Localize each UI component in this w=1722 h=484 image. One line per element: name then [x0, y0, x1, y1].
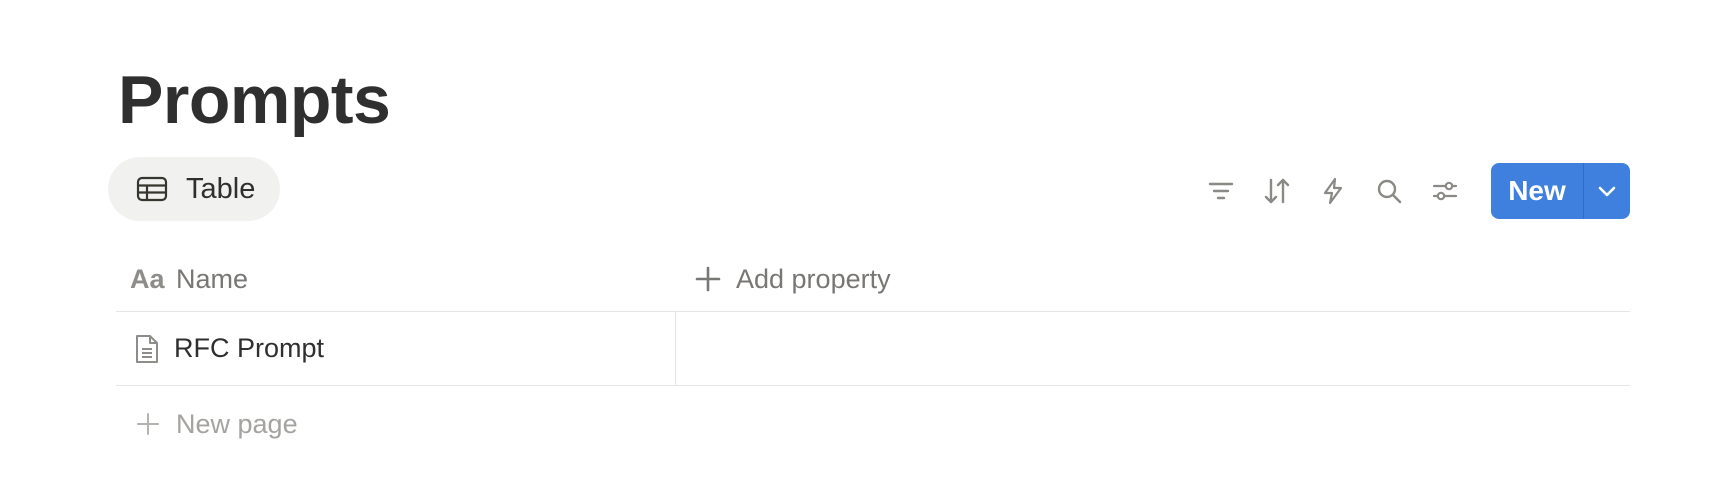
- view-toolbar: New: [1197, 163, 1630, 219]
- search-button[interactable]: [1365, 167, 1413, 215]
- add-property-label: Add property: [736, 263, 891, 294]
- new-page-label: New page: [176, 408, 298, 439]
- tab-label: Table: [186, 172, 256, 205]
- chevron-down-icon: [1598, 186, 1616, 197]
- column-header-label: Name: [176, 263, 249, 294]
- sort-icon: [1264, 178, 1290, 204]
- text-type-icon: Aa: [130, 263, 165, 294]
- lightning-icon: [1323, 177, 1343, 205]
- search-icon: [1377, 179, 1402, 204]
- tab-table-view[interactable]: Table: [108, 157, 280, 221]
- add-property-button[interactable]: Add property: [676, 247, 891, 311]
- row-name-cell[interactable]: RFC Prompt: [116, 312, 676, 385]
- row-name-label: RFC Prompt: [174, 333, 325, 363]
- database-table: Aa Name Add property RFC Prompt New page: [116, 247, 1630, 462]
- new-page-button[interactable]: New page: [116, 386, 1630, 462]
- table-row[interactable]: RFC Prompt: [116, 312, 1630, 386]
- automation-button[interactable]: [1309, 167, 1357, 215]
- filter-icon: [1208, 182, 1234, 200]
- filter-button[interactable]: [1197, 167, 1245, 215]
- table-header: Aa Name Add property: [116, 247, 1630, 312]
- table-icon: [136, 175, 170, 203]
- page-title[interactable]: Prompts: [118, 60, 391, 140]
- new-options-dropdown[interactable]: [1584, 163, 1630, 219]
- view-settings-button[interactable]: [1421, 167, 1469, 215]
- plus-icon: [137, 413, 159, 435]
- new-button[interactable]: New: [1491, 163, 1583, 219]
- plus-icon: [695, 266, 721, 292]
- sort-button[interactable]: [1253, 167, 1301, 215]
- new-button-group: New: [1491, 163, 1630, 219]
- sliders-icon: [1432, 181, 1458, 201]
- column-header-name[interactable]: Aa Name: [116, 247, 676, 311]
- row-empty-cell[interactable]: [676, 312, 1630, 385]
- page-icon: [136, 334, 158, 363]
